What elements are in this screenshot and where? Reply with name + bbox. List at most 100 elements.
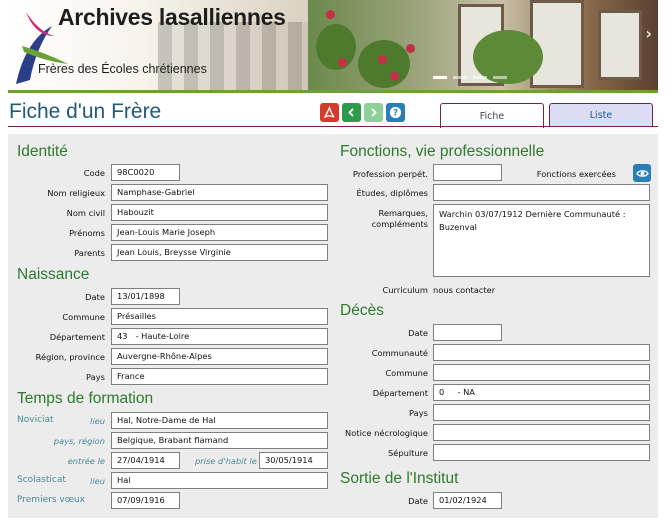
- tab-liste[interactable]: Liste: [549, 103, 653, 127]
- flower: [390, 72, 399, 81]
- nom-civil-label: Nom civil: [66, 208, 105, 218]
- svg-text:?: ?: [393, 109, 398, 119]
- help-button[interactable]: ?: [386, 103, 405, 122]
- slider-dot[interactable]: [493, 76, 507, 79]
- nom-religieux-label: Nom religieux: [47, 188, 105, 198]
- foliage: [316, 24, 356, 70]
- deces-departement-label: Département: [372, 388, 428, 398]
- naissance-date-label: Date: [85, 292, 105, 302]
- naissance-commune-label: Commune: [62, 312, 105, 322]
- sortie-date-field[interactable]: 01/02/1924: [433, 492, 502, 509]
- premiers-voeux-field[interactable]: 07/09/1916: [111, 492, 180, 509]
- etudes-label: Études, diplômes: [356, 188, 428, 198]
- section-naissance-title: Naissance: [17, 266, 90, 283]
- profession-label: Profession perpét.: [352, 169, 428, 179]
- deces-pays-label: Pays: [409, 408, 428, 418]
- pdf-button[interactable]: [320, 103, 339, 122]
- code-field[interactable]: 98C0020: [111, 164, 180, 181]
- banner-title: Archives lasalliennes: [58, 4, 286, 30]
- code-label: Code: [83, 168, 105, 178]
- deces-communaute-field[interactable]: [433, 344, 650, 361]
- parents-field[interactable]: Jean Louis, Breysse Virginie: [111, 244, 328, 261]
- naissance-date-field[interactable]: 13/01/1898: [111, 288, 180, 305]
- remarques-field[interactable]: Warchin 03/07/1912 Dernière Communauté :…: [433, 204, 650, 277]
- prenoms-label: Prénoms: [69, 228, 105, 238]
- remarques-label: Remarques,: [378, 208, 428, 218]
- fonctions-exercees-button[interactable]: [633, 164, 651, 182]
- slider-dot[interactable]: [433, 76, 447, 79]
- profession-field[interactable]: [433, 164, 502, 181]
- remarques-line: Warchin 03/07/1912 Dernière Communauté :: [439, 209, 626, 219]
- noviciat-lieu-field[interactable]: Hal, Notre-Dame de Hal: [111, 412, 328, 429]
- foliage: [358, 40, 410, 88]
- slider-dots: [433, 76, 507, 79]
- noviciat-pays-field[interactable]: Belgique, Brabant flamand: [111, 432, 328, 449]
- nom-civil-field[interactable]: Habouzit: [111, 204, 328, 221]
- banner-subtitle: Frères des Écoles chrétiennes: [38, 62, 207, 76]
- sepulture-label: Sépulture: [387, 448, 428, 458]
- entree-label: entrée le: [67, 456, 105, 466]
- premiers-voeux-label: Premiers vœux: [17, 495, 85, 505]
- deces-departement-field[interactable]: 0 - NA: [433, 384, 650, 401]
- deces-commune-field[interactable]: [433, 364, 650, 381]
- chevron-left-icon: [348, 108, 354, 117]
- scolasticat-label: Scolasticat: [17, 475, 66, 485]
- parents-label: Parents: [74, 248, 105, 258]
- pdf-icon: [323, 106, 335, 119]
- window: [598, 10, 642, 80]
- scolasticat-lieu-label: lieu: [90, 476, 105, 486]
- remarques-label-line2: compléments: [371, 219, 428, 229]
- deces-date-field[interactable]: [433, 324, 502, 341]
- naissance-departement-field[interactable]: 43 - Haute-Loire: [111, 328, 328, 345]
- curriculum-label: Curriculum: [382, 285, 429, 295]
- naissance-pays-field[interactable]: France: [111, 368, 328, 385]
- chevron-right-icon: [371, 108, 377, 117]
- flower: [338, 58, 347, 67]
- prise-habit-field[interactable]: 30/05/1914: [259, 452, 328, 469]
- prenoms-field[interactable]: Jean-Louis Marie Joseph: [111, 224, 328, 241]
- title-divider: [8, 126, 658, 127]
- naissance-region-field[interactable]: Auvergne-Rhône-Alpes: [111, 348, 328, 365]
- etudes-field[interactable]: [433, 184, 650, 201]
- section-deces-title: Décès: [340, 302, 384, 319]
- prise-habit-label: prise d'habit le: [195, 456, 257, 466]
- page-title: Fiche d'un Frère: [9, 100, 162, 123]
- notice-label: Notice nécrologique: [345, 428, 428, 438]
- section-formation-title: Temps de formation: [17, 390, 154, 407]
- deces-pays-field[interactable]: [433, 404, 650, 421]
- nom-religieux-field[interactable]: Namphase-Gabriel: [111, 184, 328, 201]
- noviciat-lieu-label: lieu: [90, 416, 105, 426]
- flower: [326, 10, 335, 19]
- fonctions-exercees-label: Fonctions exercées: [536, 169, 616, 179]
- sortie-date-label: Date: [408, 496, 428, 506]
- curriculum-value[interactable]: nous contacter: [433, 285, 495, 295]
- next-button[interactable]: [364, 103, 383, 122]
- flower: [378, 55, 387, 64]
- slider-dot[interactable]: [453, 76, 467, 79]
- naissance-commune-field[interactable]: Présailles: [111, 308, 328, 325]
- deces-communaute-label: Communauté: [371, 348, 428, 358]
- section-identite-title: Identité: [17, 143, 68, 160]
- header-banner: Archives lasalliennes Frères des Écoles …: [8, 0, 658, 90]
- slider-next-icon[interactable]: ›: [645, 24, 652, 43]
- scolasticat-lieu-field[interactable]: Hal: [111, 472, 328, 489]
- naissance-pays-label: Pays: [86, 372, 105, 382]
- entree-field[interactable]: 27/04/1914: [111, 452, 180, 469]
- tab-fiche[interactable]: Fiche: [440, 103, 544, 128]
- flower: [406, 44, 415, 53]
- previous-button[interactable]: [342, 103, 361, 122]
- sepulture-field[interactable]: [433, 444, 650, 461]
- naissance-region-label: Région, province: [35, 352, 105, 362]
- naissance-departement-label: Département: [49, 332, 105, 342]
- deces-commune-label: Commune: [385, 368, 428, 378]
- section-sortie-title: Sortie de l'Institut: [340, 470, 459, 487]
- deces-date-label: Date: [408, 328, 428, 338]
- notice-field[interactable]: [433, 424, 650, 441]
- noviciat-label: Noviciat: [17, 415, 54, 425]
- remarques-line: Buzenval: [439, 222, 477, 232]
- historical-photo: [158, 22, 308, 90]
- banner-divider: [8, 90, 658, 93]
- help-icon: ?: [389, 106, 402, 119]
- slider-dot[interactable]: [473, 76, 487, 79]
- section-fonctions-title: Fonctions, vie professionnelle: [340, 143, 545, 160]
